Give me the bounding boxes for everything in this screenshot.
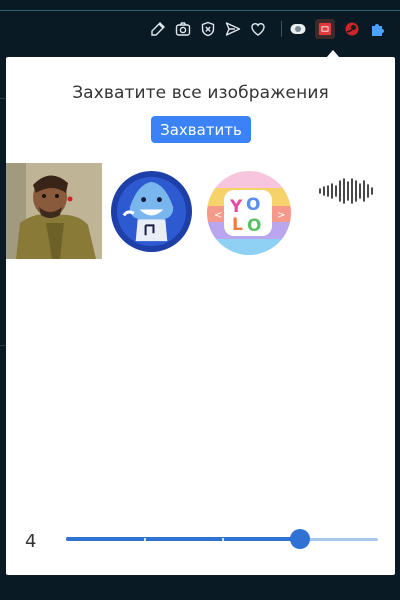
- page-divider: [0, 10, 400, 11]
- image-count-slider[interactable]: [66, 527, 378, 551]
- puzzle-icon[interactable]: [369, 21, 385, 37]
- red-extension-icon[interactable]: [344, 21, 360, 37]
- slider-tick: [222, 538, 224, 541]
- svg-text:Y: Y: [229, 197, 243, 217]
- popup-title: Захватите все изображения: [72, 83, 329, 103]
- send-icon[interactable]: [225, 21, 241, 37]
- image-capture-extension-icon[interactable]: [315, 19, 335, 39]
- slider-tick: [144, 538, 146, 541]
- captured-image-shark-sticker[interactable]: [110, 170, 193, 253]
- capture-button[interactable]: Захватить: [151, 116, 251, 143]
- shield-x-icon[interactable]: [200, 21, 216, 37]
- captured-image-audio-wave[interactable]: [318, 177, 378, 205]
- image-capture-popup: Захватите все изображения Захватить Y O …: [6, 57, 395, 575]
- slider-fill: [66, 537, 300, 541]
- heart-icon[interactable]: [250, 21, 266, 37]
- captured-image-portrait[interactable]: [6, 163, 102, 259]
- svg-text:<: <: [214, 210, 222, 221]
- svg-text:O: O: [246, 195, 260, 215]
- slider-value-label: 4: [25, 531, 37, 552]
- toggle-icon[interactable]: [290, 21, 306, 37]
- svg-text:L: L: [232, 215, 243, 235]
- svg-text:O: O: [247, 216, 261, 236]
- svg-text:>: >: [277, 210, 285, 221]
- camera-icon[interactable]: [175, 21, 191, 37]
- slider-thumb[interactable]: [290, 529, 310, 549]
- browser-toolbar: [150, 16, 400, 42]
- toolbar-separator: [281, 21, 282, 37]
- captured-image-yolo-sticker[interactable]: Y O L O < >: [206, 170, 292, 256]
- edit-icon[interactable]: [150, 21, 166, 37]
